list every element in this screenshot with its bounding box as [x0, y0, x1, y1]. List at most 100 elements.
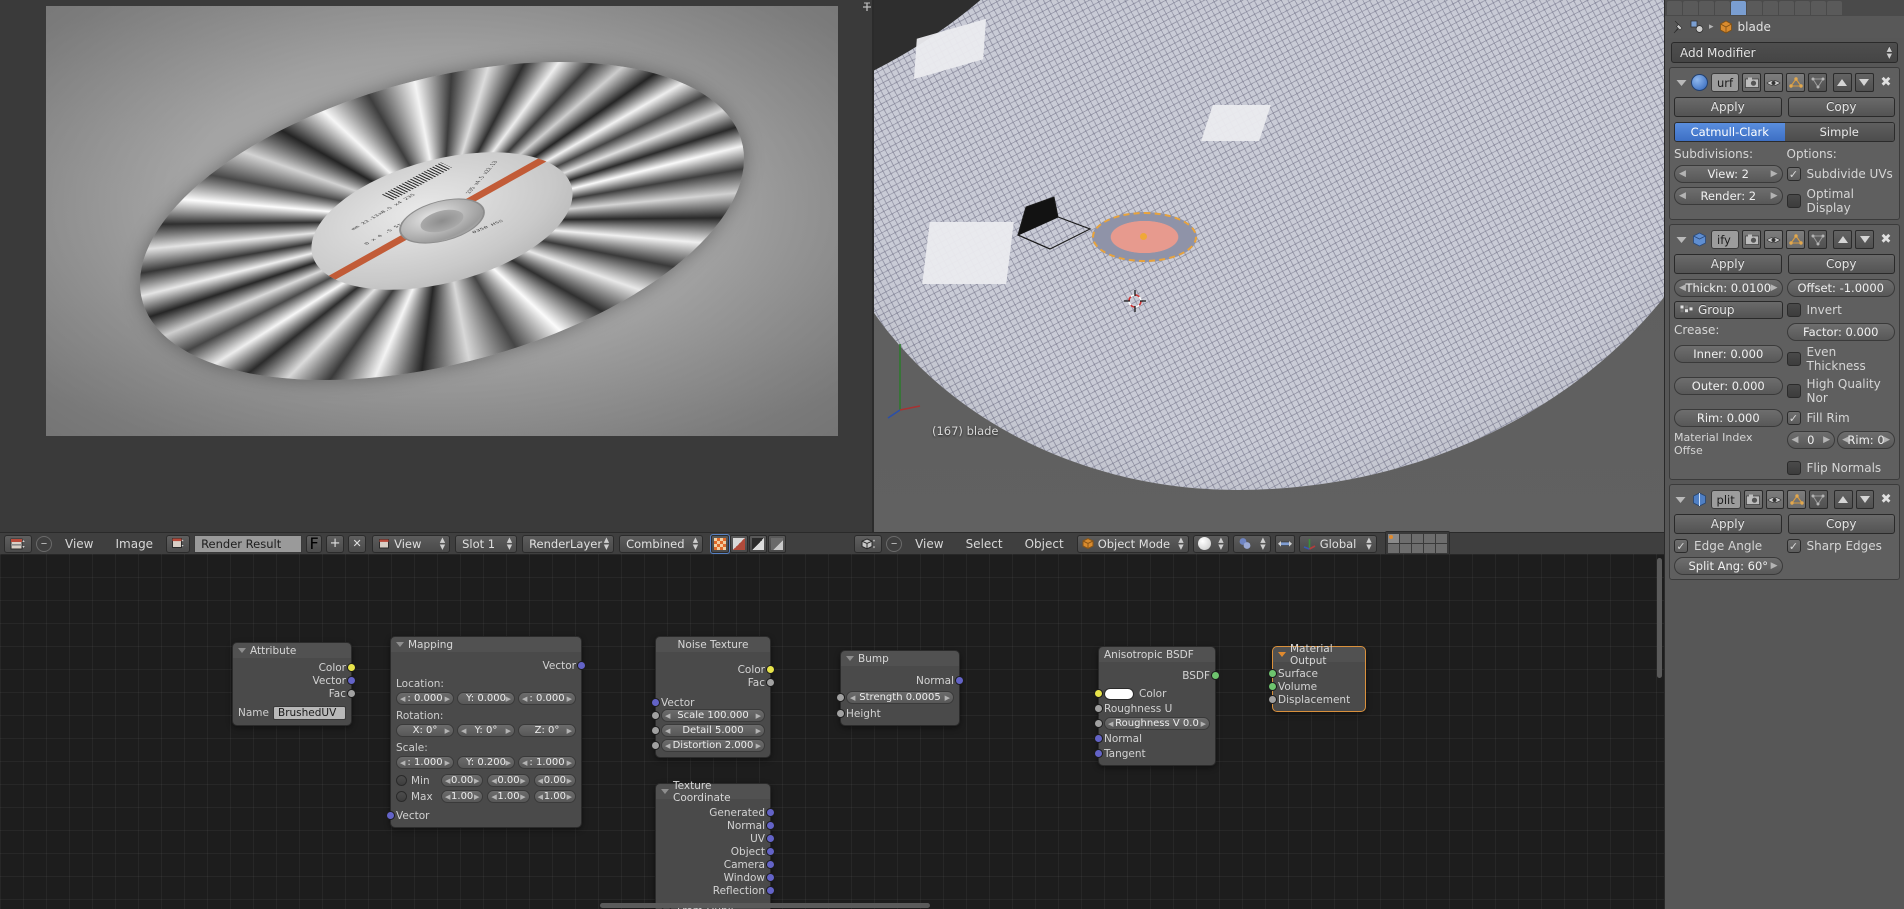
- node-input-displacement[interactable]: Displacement: [1268, 693, 1360, 706]
- node-output-color[interactable]: Color: [661, 663, 775, 676]
- down-icon[interactable]: [1855, 230, 1874, 249]
- color-and-alpha-icon[interactable]: [710, 533, 731, 554]
- scale-z-field[interactable]: ◀ : 1.000 ▶: [518, 756, 576, 769]
- node-output-window[interactable]: Window: [661, 871, 775, 884]
- socket-dot-generated[interactable]: [766, 808, 775, 817]
- node-input-roughness-u[interactable]: Roughness U: [1094, 702, 1210, 715]
- view-dropdown[interactable]: View ▲ ▼: [372, 534, 451, 553]
- rotation-z-field[interactable]: Z: 0° ▶: [518, 724, 576, 737]
- node-input-tangent[interactable]: Tangent: [1094, 747, 1210, 760]
- roughness-v-field[interactable]: ◀ Roughness V 0.0 ▶: [1104, 717, 1210, 730]
- invert-checkbox[interactable]: [1786, 303, 1801, 317]
- z-buffer-icon[interactable]: [768, 534, 787, 553]
- down-icon[interactable]: [1855, 490, 1875, 509]
- copy-button[interactable]: Copy: [1787, 97, 1895, 117]
- image-editor-view-menu[interactable]: View: [56, 533, 102, 555]
- even-thickness-checkbox[interactable]: [1786, 352, 1801, 366]
- eye-icon[interactable]: [1764, 73, 1784, 92]
- fill-rim-checkbox[interactable]: ✓: [1786, 411, 1801, 425]
- apply-button[interactable]: Apply: [1674, 254, 1782, 274]
- location-y-field[interactable]: Y: 0.000 ▶: [457, 692, 515, 705]
- arrow-right-icon[interactable]: ▶: [567, 695, 572, 703]
- sharp-edges-checkbox[interactable]: ✓: [1786, 539, 1801, 553]
- node-output-vector[interactable]: Vector: [238, 674, 356, 687]
- render-result-canvas[interactable]: mm 22.13x8.5 x4 235 0 x 4 .5 Steel-Wood …: [46, 6, 838, 436]
- node-input-height[interactable]: Height: [836, 707, 954, 720]
- node-input-normal[interactable]: Normal: [1094, 732, 1210, 745]
- up-icon[interactable]: [1833, 73, 1852, 92]
- node-output-uv[interactable]: UV: [661, 832, 775, 845]
- interaction-mode-dropdown[interactable]: Object Mode ▲ ▼: [1076, 534, 1189, 553]
- tab-render[interactable]: [1667, 1, 1682, 15]
- arrow-right-icon[interactable]: ▶: [567, 759, 572, 767]
- anisotropic-bsdf-node[interactable]: Anisotropic BSDF BSDF Color Roughness U …: [1094, 646, 1220, 766]
- socket-dot-color[interactable]: [347, 663, 356, 672]
- socket-dot-distortion[interactable]: [651, 741, 660, 750]
- high-quality-normals-row[interactable]: High Quality Nor: [1786, 377, 1896, 405]
- even-thickness-row[interactable]: Even Thickness: [1786, 345, 1896, 373]
- location-x-field[interactable]: ◀ : 0.000 ▶: [396, 692, 454, 705]
- socket-dot-normal[interactable]: [766, 821, 775, 830]
- editmode-icon[interactable]: [1786, 73, 1806, 92]
- optimal-display-row[interactable]: Optimal Display: [1786, 187, 1896, 215]
- tab-physics[interactable]: [1763, 1, 1778, 15]
- socket-dot-fac[interactable]: [766, 678, 775, 687]
- node-input-volume[interactable]: Volume: [1268, 680, 1360, 693]
- mapping-node[interactable]: Mapping Vector Location: ◀ : 0.000 ▶ Y: …: [386, 636, 586, 828]
- expand-triangle-icon[interactable]: [1674, 236, 1688, 244]
- location-z-field[interactable]: ◀ : 0.000 ▶: [518, 692, 576, 705]
- arrow-left-icon[interactable]: ◀: [400, 695, 405, 703]
- socket-dot-vector[interactable]: [386, 811, 395, 820]
- apply-button[interactable]: Apply: [1674, 514, 1782, 534]
- strength-field[interactable]: ◀ Strength 0.0005 ▶: [846, 691, 954, 704]
- alpha-icon[interactable]: [749, 534, 768, 553]
- node-output-normal[interactable]: Normal: [661, 819, 775, 832]
- split-angle-field[interactable]: Split Ang: 60° ▶: [1674, 557, 1783, 575]
- view-subdiv-field[interactable]: ◀ View: 2 ▶: [1674, 165, 1783, 183]
- material-output-node[interactable]: Material Output Surface Volume Displacem…: [1268, 643, 1366, 712]
- viewport-view-menu[interactable]: View: [906, 533, 952, 555]
- node-header[interactable]: Noise Texture: [656, 637, 770, 652]
- add-modifier-button[interactable]: Add Modifier ▲ ▼: [1671, 42, 1898, 63]
- viewport-select-menu[interactable]: Select: [957, 533, 1012, 555]
- node-input-detail[interactable]: ◀ Detail 5.000 ▶: [651, 724, 765, 737]
- node-input-strength[interactable]: ◀ Strength 0.0005 ▶: [836, 691, 954, 704]
- camera-icon[interactable]: [1742, 230, 1761, 249]
- edge-angle-row[interactable]: ✓ Edge Angle: [1674, 539, 1783, 553]
- socket-dot-roughness-v[interactable]: [1094, 719, 1103, 728]
- node-output-fac[interactable]: Fac: [238, 687, 356, 700]
- unlink-image-button[interactable]: ✕: [348, 534, 367, 553]
- up-icon[interactable]: [1833, 230, 1852, 249]
- arrow-left-icon[interactable]: ◀: [400, 759, 405, 767]
- max-z-field[interactable]: ◀ 1.00 ▶: [533, 790, 576, 803]
- delete-x-icon[interactable]: ✖: [1877, 75, 1895, 90]
- socket-dot-color[interactable]: [1094, 689, 1103, 698]
- socket-dot-detail[interactable]: [651, 726, 660, 735]
- node-header[interactable]: Texture Coordinate: [656, 780, 770, 804]
- rotation-y-field[interactable]: ◀ Y: 0° ▶: [457, 724, 515, 737]
- arrow-right-icon[interactable]: ▶: [445, 695, 450, 703]
- collapse-triangle-icon[interactable]: [661, 789, 669, 794]
- edge-angle-checkbox[interactable]: ✓: [1674, 539, 1688, 553]
- modifier-name-field[interactable]: plit: [1710, 490, 1741, 509]
- copy-button[interactable]: Copy: [1787, 514, 1895, 534]
- node-output-color[interactable]: Color: [238, 661, 356, 674]
- noise-texture-node[interactable]: Noise Texture Color Fac Vector ◀ Scale 1…: [651, 636, 775, 758]
- max-x-field[interactable]: ◀ 1.00 ▶: [441, 790, 484, 803]
- camera-icon[interactable]: [1743, 490, 1763, 509]
- down-icon[interactable]: [1854, 73, 1874, 92]
- min-z-field[interactable]: ◀ 0.00 ▶: [533, 774, 576, 787]
- transform-orientation-dropdown[interactable]: Global ▲ ▼: [1298, 534, 1377, 553]
- viewport-3d[interactable]: (167) blade: [874, 0, 1664, 532]
- pass-dropdown[interactable]: Combined ▲ ▼: [619, 534, 704, 553]
- image-name-field[interactable]: Render Result: [194, 534, 303, 553]
- max-toggle[interactable]: [396, 791, 407, 802]
- layers-grid-icon[interactable]: [1384, 531, 1450, 556]
- scale-field[interactable]: ◀ Scale 100.000 ▶: [661, 709, 765, 722]
- arrow-left-icon[interactable]: ◀: [461, 727, 466, 735]
- vertex-group-button[interactable]: Group: [1674, 301, 1783, 319]
- arrow-left-icon[interactable]: ◀: [522, 759, 527, 767]
- rim-crease-field[interactable]: Rim: 0.000: [1674, 409, 1783, 427]
- cage-icon[interactable]: [1808, 230, 1827, 249]
- up-icon[interactable]: [1833, 490, 1853, 509]
